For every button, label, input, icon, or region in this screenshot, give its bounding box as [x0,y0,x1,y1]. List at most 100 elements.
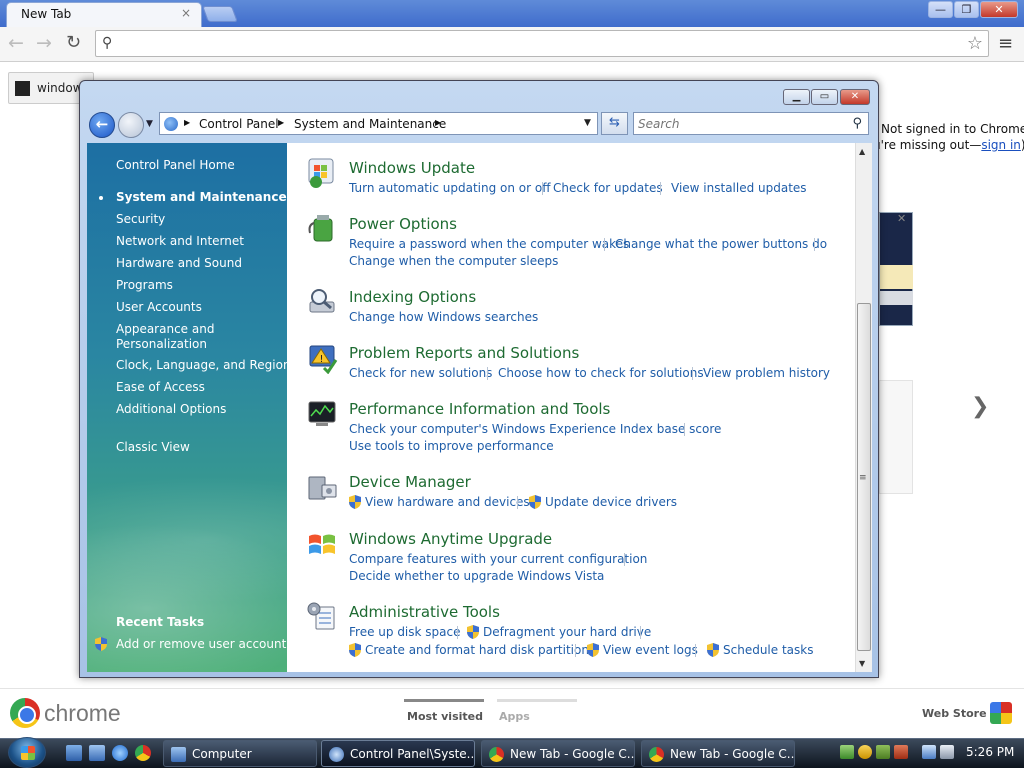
vertical-scrollbar[interactable]: ▲ ≡ ▼ [855,143,872,672]
star-icon[interactable]: ☆ [967,33,983,54]
task-link[interactable]: Use tools to improve performance [349,439,554,453]
task-link[interactable]: Check your computer's Windows Experience… [349,422,721,436]
category-title[interactable]: Windows Anytime Upgrade [349,530,552,548]
task-link[interactable]: Decide whether to upgrade Windows Vista [349,569,604,583]
category-title[interactable]: Performance Information and Tools [349,400,610,418]
address-bar[interactable]: ▶ Control Panel ▶ System and Maintenance… [159,112,598,135]
scroll-down-icon[interactable]: ▼ [859,659,865,668]
category-title[interactable]: Indexing Options [349,288,476,306]
forward-arrow-icon[interactable]: → [36,32,52,54]
address-dropdown-icon[interactable]: ▼ [584,118,591,128]
tray-display-icon[interactable] [922,745,936,759]
sidebar-item-classic-view[interactable]: Classic View [116,440,190,455]
task-link[interactable]: Check for updates [553,181,663,195]
sidebar-item-programs[interactable]: Programs [116,278,173,293]
sidebar-item-system-maintenance[interactable]: System and Maintenance [116,190,287,205]
minimize-button[interactable]: — [928,1,953,18]
sidebar-item-additional-options[interactable]: Additional Options [116,402,226,417]
search-input[interactable] [638,114,838,134]
web-store-link[interactable]: Web Store [922,707,987,720]
device-manager-icon[interactable] [306,471,338,503]
power-options-icon[interactable] [306,213,338,245]
performance-icon[interactable] [306,398,338,430]
tray-shield-icon[interactable] [876,745,890,759]
windows-update-icon[interactable] [306,157,338,189]
maximize-button[interactable]: ❐ [954,1,979,18]
signin-link[interactable]: sign in [981,138,1021,152]
task-link[interactable]: Compare features with your current confi… [349,552,647,566]
administrative-tools-icon[interactable] [306,601,338,633]
cp-maximize-button[interactable]: ▭ [811,89,838,105]
category-title[interactable]: Device Manager [349,473,471,491]
tray-network-icon[interactable] [840,745,854,759]
taskbar-button-new-tab-1[interactable]: New Tab - Google C... [481,740,635,767]
internet-explorer-icon[interactable] [112,745,128,761]
close-button[interactable]: ✕ [980,1,1018,18]
task-link[interactable]: Require a password when the computer wak… [349,237,629,251]
sidebar-item-user-accounts[interactable]: User Accounts [116,300,202,315]
tray-warning-icon[interactable] [858,745,872,759]
cp-forward-button[interactable] [118,112,144,138]
task-link[interactable]: Free up disk space [349,625,461,639]
task-link[interactable]: View event logs [603,643,698,657]
breadcrumb-arrow-icon[interactable]: ▶ [184,118,190,127]
task-link[interactable]: Choose how to check for solutions [498,366,704,380]
task-link[interactable]: Change how Windows searches [349,310,538,324]
sidebar-item-home[interactable]: Control Panel Home [116,158,235,173]
recent-task-add-remove-users[interactable]: Add or remove user accounts [116,637,293,652]
cp-back-button[interactable]: ← [89,112,115,138]
search-box[interactable]: ⚲ [633,112,869,135]
task-link[interactable]: Create and format hard disk partitions [365,643,595,657]
tab-apps[interactable]: Apps [499,710,530,723]
breadcrumb-control-panel[interactable]: Control Panel [199,117,279,131]
sidebar-item-appearance-line2[interactable]: Personalization [116,337,207,352]
reload-icon[interactable]: ↻ [66,32,81,53]
thumbnail-close-icon[interactable]: ✕ [897,212,906,225]
task-link[interactable]: Turn automatic updating on or off [349,181,551,195]
task-link[interactable]: View hardware and devices [365,495,530,509]
web-store-icon[interactable] [990,702,1012,724]
back-arrow-icon[interactable]: ← [8,32,24,54]
taskbar-button-computer[interactable]: Computer [163,740,317,767]
task-link[interactable]: Defragment your hard drive [483,625,651,639]
cp-close-button[interactable]: ✕ [840,89,870,105]
tab-new-tab[interactable]: New Tab × [6,2,202,27]
taskbar-button-control-panel[interactable]: Control Panel\Syste... [321,740,475,767]
breadcrumb-arrow-icon[interactable]: ▶ [435,118,441,127]
cp-minimize-button[interactable]: ▁ [783,89,810,105]
start-button[interactable] [8,737,46,768]
omnibox[interactable]: ⚲ ☆ [95,30,989,57]
tray-security-icon[interactable] [894,745,908,759]
task-link[interactable]: Schedule tasks [723,643,813,657]
scroll-up-icon[interactable]: ▲ [859,147,865,156]
sidebar-item-network[interactable]: Network and Internet [116,234,244,249]
taskbar-button-new-tab-2[interactable]: New Tab - Google C... [641,740,795,767]
category-title[interactable]: Administrative Tools [349,603,500,621]
search-icon[interactable]: ⚲ [852,116,862,131]
breadcrumb-system-maintenance[interactable]: System and Maintenance [294,117,446,131]
sidebar-item-security[interactable]: Security [116,212,165,227]
indexing-options-icon[interactable] [306,286,338,318]
task-link[interactable]: Update device drivers [545,495,677,509]
sidebar-item-appearance[interactable]: Appearance and [116,322,214,337]
windows-flag-icon[interactable] [306,528,338,560]
taskbar-clock[interactable]: 5:26 PM [966,745,1014,759]
show-desktop-icon[interactable] [66,745,82,761]
new-tab-button[interactable] [202,6,238,22]
category-title[interactable]: Windows Update [349,159,475,177]
tab-close-icon[interactable]: × [181,6,191,20]
refresh-button[interactable]: ⇆ [601,112,628,135]
task-link[interactable]: Check for new solutions [349,366,492,380]
chrome-menu-icon[interactable]: ≡ [998,33,1013,54]
tab-most-visited[interactable]: Most visited [407,710,483,723]
chrome-quicklaunch-icon[interactable] [135,745,151,761]
category-title[interactable]: Power Options [349,215,457,233]
task-link[interactable]: View problem history [703,366,830,380]
sidebar-item-ease-of-access[interactable]: Ease of Access [116,380,205,395]
task-link[interactable]: View installed updates [671,181,807,195]
switch-windows-icon[interactable] [89,745,105,761]
sidebar-item-clock-language[interactable]: Clock, Language, and Region [116,358,291,373]
next-page-arrow-icon[interactable]: ❯ [971,394,989,419]
problem-reports-icon[interactable]: ! [306,342,338,374]
task-link[interactable]: Change what the power buttons do [615,237,827,251]
